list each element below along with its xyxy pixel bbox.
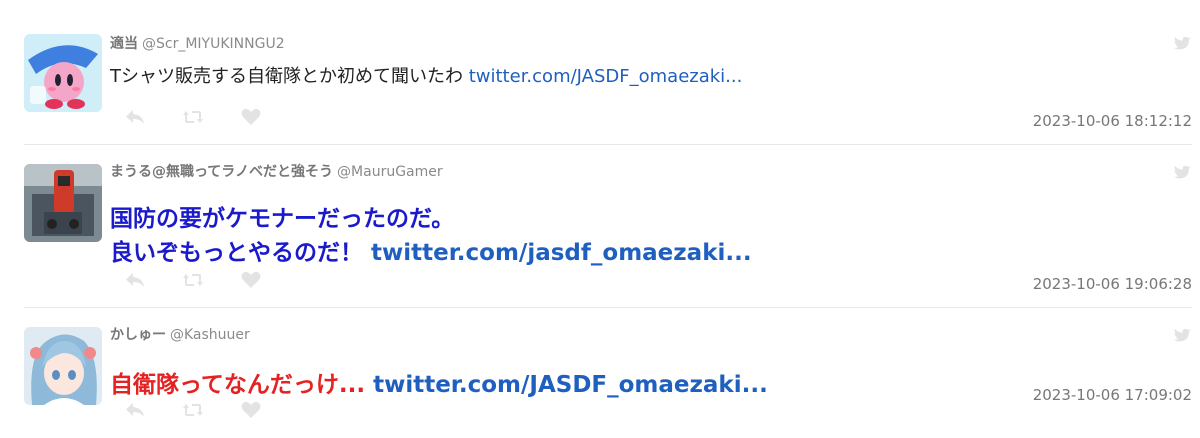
tweet-text-body: 良いぞもっとやるのだ！ xyxy=(110,240,372,266)
avatar[interactable] xyxy=(24,34,102,112)
twitter-bird-icon[interactable] xyxy=(1174,328,1192,344)
tweet-actions xyxy=(124,270,262,290)
tweet-link[interactable]: twitter.com/jasdf_omaezaki... xyxy=(371,240,752,266)
author-row: かしゅー @Kashuuer xyxy=(110,325,250,345)
tweet-text-line-2: 良いぞもっとやるのだ！ twitter.com/jasdf_omaezaki..… xyxy=(110,236,752,270)
display-name[interactable]: まうる@無職ってラノベだと強そう xyxy=(110,164,333,180)
heart-icon[interactable] xyxy=(240,270,262,290)
user-handle[interactable]: @Scr_MIYUKINNGU2 xyxy=(142,36,285,52)
tweet-actions xyxy=(124,107,262,127)
tweet-link[interactable]: twitter.com/JASDF_omaezaki... xyxy=(373,372,768,398)
author-row: まうる@無職ってラノベだと強そう @MauruGamer xyxy=(110,162,443,182)
tweet-timestamp[interactable]: 2023-10-06 18:12:12 xyxy=(1033,112,1192,130)
avatar-image xyxy=(24,34,102,112)
display-name[interactable]: 適当 xyxy=(110,36,138,52)
tweet-text-body: 自衛隊ってなんだっけ... xyxy=(110,372,374,398)
tweet-timestamp[interactable]: 2023-10-06 19:06:28 xyxy=(1033,275,1192,293)
tweet-feed: 適当 @Scr_MIYUKINNGU2 Tシャツ販売する自衛隊とか初めて聞いたわ … xyxy=(24,24,1192,418)
display-name[interactable]: かしゅー xyxy=(110,327,166,343)
heart-icon[interactable] xyxy=(240,400,262,420)
retweet-icon[interactable] xyxy=(182,400,204,420)
tweet-text-body: Tシャツ販売する自衛隊とか初めて聞いたわ xyxy=(110,66,469,87)
author-row: 適当 @Scr_MIYUKINNGU2 xyxy=(110,34,285,54)
tweet-text: Tシャツ販売する自衛隊とか初めて聞いたわ twitter.com/JASDF_o… xyxy=(110,64,742,90)
tweet-timestamp[interactable]: 2023-10-06 17:09:02 xyxy=(1033,386,1192,404)
heart-icon[interactable] xyxy=(240,107,262,127)
tweet-actions xyxy=(124,400,262,420)
user-handle[interactable]: @Kashuuer xyxy=(170,327,250,343)
reply-icon[interactable] xyxy=(124,270,146,290)
retweet-icon[interactable] xyxy=(182,107,204,127)
tweet-link[interactable]: twitter.com/JASDF_omaezaki... xyxy=(469,66,743,87)
retweet-icon[interactable] xyxy=(182,270,204,290)
tweet-text: 自衛隊ってなんだっけ... twitter.com/JASDF_omaezaki… xyxy=(110,368,768,402)
tweet-text-line-1: 国防の要がケモナーだったのだ。 xyxy=(110,206,455,232)
reply-icon[interactable] xyxy=(124,107,146,127)
avatar[interactable] xyxy=(24,164,102,242)
avatar-image xyxy=(24,327,102,405)
avatar-image xyxy=(24,164,102,242)
twitter-bird-icon[interactable] xyxy=(1174,36,1192,52)
user-handle[interactable]: @MauruGamer xyxy=(337,164,443,180)
reply-icon[interactable] xyxy=(124,400,146,420)
avatar[interactable] xyxy=(24,327,102,405)
tweet-card: まうる@無職ってラノベだと強そう @MauruGamer 国防の要がケモナーだった… xyxy=(24,145,1192,308)
tweet-card: 適当 @Scr_MIYUKINNGU2 Tシャツ販売する自衛隊とか初めて聞いたわ … xyxy=(24,24,1192,145)
twitter-bird-icon[interactable] xyxy=(1174,165,1192,181)
tweet-text: 国防の要がケモナーだったのだ。 良いぞもっとやるのだ！ twitter.com/… xyxy=(110,202,752,270)
